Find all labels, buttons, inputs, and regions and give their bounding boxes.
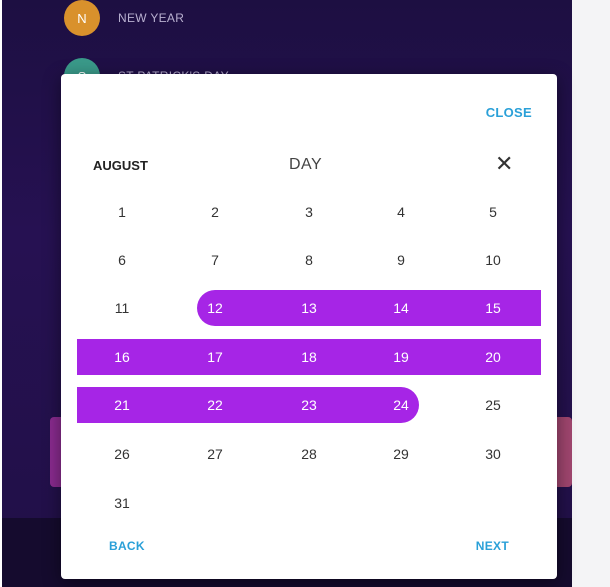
day-cell[interactable]: 24 [381,393,421,417]
day-cell[interactable]: 5 [473,200,513,224]
day-cell[interactable]: 23 [289,393,329,417]
day-cell[interactable]: 1 [102,200,142,224]
background-list-label: NEW YEAR [118,11,185,25]
date-picker-dialog: CLOSE AUGUST DAY ✕ 1 2 3 4 5 6 7 8 9 10 11 12 13 14 15… [61,74,557,579]
day-cell[interactable]: 27 [195,442,235,466]
day-cell[interactable]: 8 [289,248,329,272]
day-grid: 1 2 3 4 5 6 7 8 9 10 11 12 13 14 15 16 17 18 19 20 21 22 23 24 2… [61,74,557,579]
day-cell[interactable]: 15 [473,296,513,320]
day-cell[interactable]: 11 [102,296,142,320]
day-cell[interactable]: 2 [195,200,235,224]
day-cell[interactable]: 25 [473,393,513,417]
day-cell[interactable]: 10 [473,248,513,272]
day-cell[interactable]: 31 [102,491,142,515]
day-cell[interactable]: 26 [102,442,142,466]
day-cell[interactable]: 14 [381,296,421,320]
day-cell[interactable]: 16 [102,345,142,369]
day-cell[interactable]: 28 [289,442,329,466]
day-cell[interactable]: 13 [289,296,329,320]
screen-edge [572,0,610,587]
day-cell[interactable]: 20 [473,345,513,369]
day-cell[interactable]: 12 [195,296,235,320]
background-list-item: N NEW YEAR [64,0,184,36]
day-cell[interactable]: 22 [195,393,235,417]
day-cell[interactable]: 19 [381,345,421,369]
day-cell[interactable]: 21 [102,393,142,417]
day-cell[interactable]: 30 [473,442,513,466]
background-avatar: N [64,0,100,36]
background-card-edge [556,417,572,487]
day-cell[interactable]: 29 [381,442,421,466]
back-button[interactable]: BACK [109,539,145,553]
next-button[interactable]: NEXT [476,539,509,553]
day-cell[interactable]: 7 [195,248,235,272]
day-cell[interactable]: 6 [102,248,142,272]
day-cell[interactable]: 18 [289,345,329,369]
day-cell[interactable]: 17 [195,345,235,369]
day-cell[interactable]: 9 [381,248,421,272]
day-cell[interactable]: 4 [381,200,421,224]
day-cell[interactable]: 3 [289,200,329,224]
